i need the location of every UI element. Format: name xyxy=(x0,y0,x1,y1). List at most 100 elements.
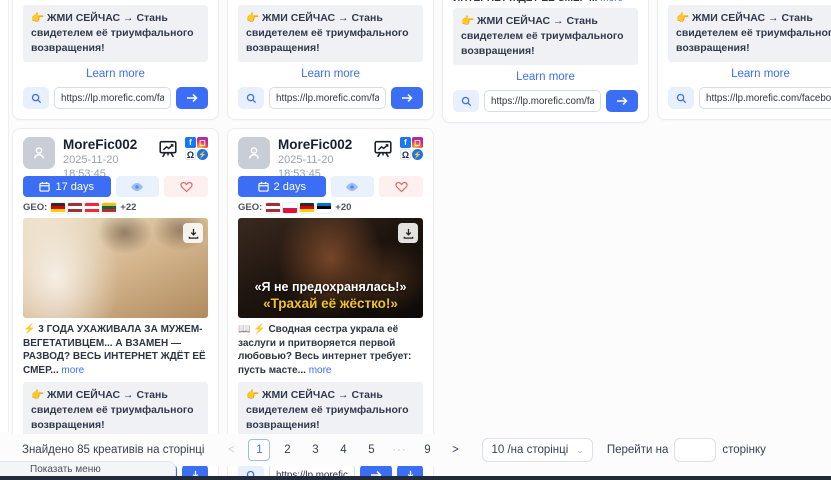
goto-page-input[interactable] xyxy=(674,438,716,462)
arrow-right-icon xyxy=(616,96,628,106)
geo-extra-count: +22 xyxy=(120,202,136,213)
action-buttons-row: 17 days xyxy=(23,176,208,197)
chevron-down-icon: ⌄ xyxy=(576,445,584,456)
learn-more-link[interactable]: Learn more xyxy=(23,68,208,82)
geo-extra-count: +20 xyxy=(335,202,351,213)
url-row xyxy=(23,87,208,109)
show-menu-button[interactable]: Показать меню xyxy=(0,461,176,476)
search-button[interactable] xyxy=(668,87,694,109)
landing-url-input[interactable] xyxy=(269,87,386,109)
prev-page-button[interactable]: < xyxy=(220,439,242,461)
landing-url-input[interactable] xyxy=(54,87,171,109)
page-5-button[interactable]: 5 xyxy=(360,439,382,461)
geo-flags xyxy=(266,203,331,213)
image-overlay-text: «Я не предохранялась!» «Трахай её жёстко… xyxy=(238,279,423,312)
easel-chart-icon[interactable] xyxy=(372,138,394,160)
page-9-button[interactable]: 9 xyxy=(416,439,438,461)
creative-card-partial: 👉 ЖМИ СЕЙЧАС → Стань свидетелем её триум… xyxy=(657,0,831,120)
ad-text: ⚡ 3 ГОДА УХАЖИВАЛА ЗА МУЖЕМ-ВЕГЕТАТИВЦЕМ… xyxy=(23,323,208,377)
avatar xyxy=(238,137,270,169)
page-name: MoreFic002 xyxy=(63,137,157,153)
page-name: MoreFic002 xyxy=(278,137,372,153)
learn-more-link[interactable]: Learn more xyxy=(668,68,831,82)
favorite-button[interactable] xyxy=(379,176,423,197)
heart-icon xyxy=(395,181,408,193)
page-1-button[interactable]: 1 xyxy=(248,439,270,461)
geo-label: GEO: xyxy=(238,202,262,213)
audience-network-icon: Ω xyxy=(400,149,411,160)
bottom-dark-bar xyxy=(0,476,831,480)
header-icons: f ◻ Ω ⚡ xyxy=(372,137,423,160)
avatar xyxy=(23,137,55,169)
page-meta: MoreFic002 2025-11-20 18:53:45 xyxy=(278,137,372,181)
search-icon xyxy=(246,93,257,104)
creative-card-partial: 👉 ЖМИ СЕЙЧАС → Стань свидетелем её триум… xyxy=(227,0,434,120)
goto-page-suffix: сторінку xyxy=(722,444,766,456)
column-4: 👉 ЖМИ СЕЙЧАС → Стань свидетелем её триум… xyxy=(657,0,831,120)
header-icons: f ◻ Ω ⚡ xyxy=(157,137,208,160)
facebook-icon: f xyxy=(400,137,411,148)
arrow-right-icon xyxy=(186,93,198,103)
calendar-icon xyxy=(258,181,269,192)
creative-image[interactable] xyxy=(23,218,208,318)
heart-icon xyxy=(180,181,193,193)
more-link[interactable]: more xyxy=(61,365,84,376)
ad-text: 📖 ⚡ Сводная сестра украла её заслуги и п… xyxy=(238,323,423,377)
ad-text-cut: ИНТЕРНЕТ ЖДЁТ ЕЁ СМЕР ... more xyxy=(453,0,638,4)
next-page-button[interactable]: > xyxy=(444,439,466,461)
landing-url-input[interactable] xyxy=(484,90,601,112)
learn-more-link[interactable]: Learn more xyxy=(238,68,423,82)
page-3-button[interactable]: 3 xyxy=(304,439,326,461)
url-row xyxy=(668,87,831,109)
creative-image[interactable]: «Я не предохранялась!» «Трахай её жёстко… xyxy=(238,218,423,318)
page-4-button[interactable]: 4 xyxy=(332,439,354,461)
creative-card-partial: ИНТЕРНЕТ ЖДЁТ ЕЁ СМЕР ... more 👉 ЖМИ СЕЙ… xyxy=(442,0,649,123)
placement-icons: f ◻ Ω ⚡ xyxy=(400,137,423,160)
promo-box: 👉 ЖМИ СЕЙЧАС → Стань свидетелем её триум… xyxy=(668,5,831,62)
open-url-button[interactable] xyxy=(391,87,423,109)
per-page-select[interactable]: 10 /на сторінці ⌄ xyxy=(482,438,592,462)
learn-more-link[interactable]: Learn more xyxy=(453,71,638,85)
page-2-button[interactable]: 2 xyxy=(276,439,298,461)
more-link[interactable]: more xyxy=(600,0,623,4)
preview-button[interactable] xyxy=(116,176,160,197)
more-link[interactable]: more xyxy=(309,365,332,376)
search-button[interactable] xyxy=(23,87,49,109)
card-header: MoreFic002 2025-11-20 18:53:45 f ◻ Ω ⚡ xyxy=(238,137,423,171)
search-icon xyxy=(461,96,472,107)
search-button[interactable] xyxy=(238,87,264,109)
open-url-button[interactable] xyxy=(606,90,638,112)
messenger-icon: ⚡ xyxy=(412,149,423,160)
cutoff-card-edge xyxy=(0,0,9,432)
instagram-icon: ◻ xyxy=(412,137,423,148)
preview-button[interactable] xyxy=(331,176,375,197)
column-1: 👉 ЖМИ СЕЙЧАС → Стань свидетелем её триум… xyxy=(12,0,219,480)
more-pages-ellipsis[interactable]: ··· xyxy=(388,439,410,461)
open-url-button[interactable] xyxy=(176,87,208,109)
search-button[interactable] xyxy=(453,90,479,112)
audience-network-icon: Ω xyxy=(185,149,196,160)
page-meta: MoreFic002 2025-11-20 18:53:45 xyxy=(63,137,157,181)
eye-icon xyxy=(130,182,144,192)
geo-label: GEO: xyxy=(23,202,47,213)
results-count: Знайдено 85 креативів на сторінці xyxy=(22,444,204,456)
placement-icons: f ◻ Ω ⚡ xyxy=(185,137,208,160)
promo-box: 👉 ЖМИ СЕЙЧАС → Стань свидетелем её триум… xyxy=(23,5,208,62)
favorite-button[interactable] xyxy=(164,176,208,197)
url-row xyxy=(453,90,638,112)
days-active-button[interactable]: 2 days xyxy=(238,176,326,197)
download-image-button[interactable] xyxy=(398,223,418,243)
creative-card: MoreFic002 2025-11-20 18:53:45 f ◻ Ω ⚡ xyxy=(12,128,219,480)
download-image-button[interactable] xyxy=(183,223,203,243)
search-icon xyxy=(676,93,687,104)
creatives-spy-page: 👉 ЖМИ СЕЙЧАС → Стань свидетелем её триум… xyxy=(0,0,831,480)
image-decoration xyxy=(23,218,208,318)
days-active-button[interactable]: 17 days xyxy=(23,176,111,197)
user-avatar-icon xyxy=(31,145,47,161)
days-label: 17 days xyxy=(55,181,94,193)
facebook-icon: f xyxy=(185,137,196,148)
promo-box: 👉 ЖМИ СЕЙЧАС → Стань свидетелем её триум… xyxy=(23,382,208,439)
promo-box: 👉 ЖМИ СЕЙЧАС → Стань свидетелем её триум… xyxy=(453,8,638,65)
landing-url-input[interactable] xyxy=(699,87,831,109)
easel-chart-icon[interactable] xyxy=(157,138,179,160)
